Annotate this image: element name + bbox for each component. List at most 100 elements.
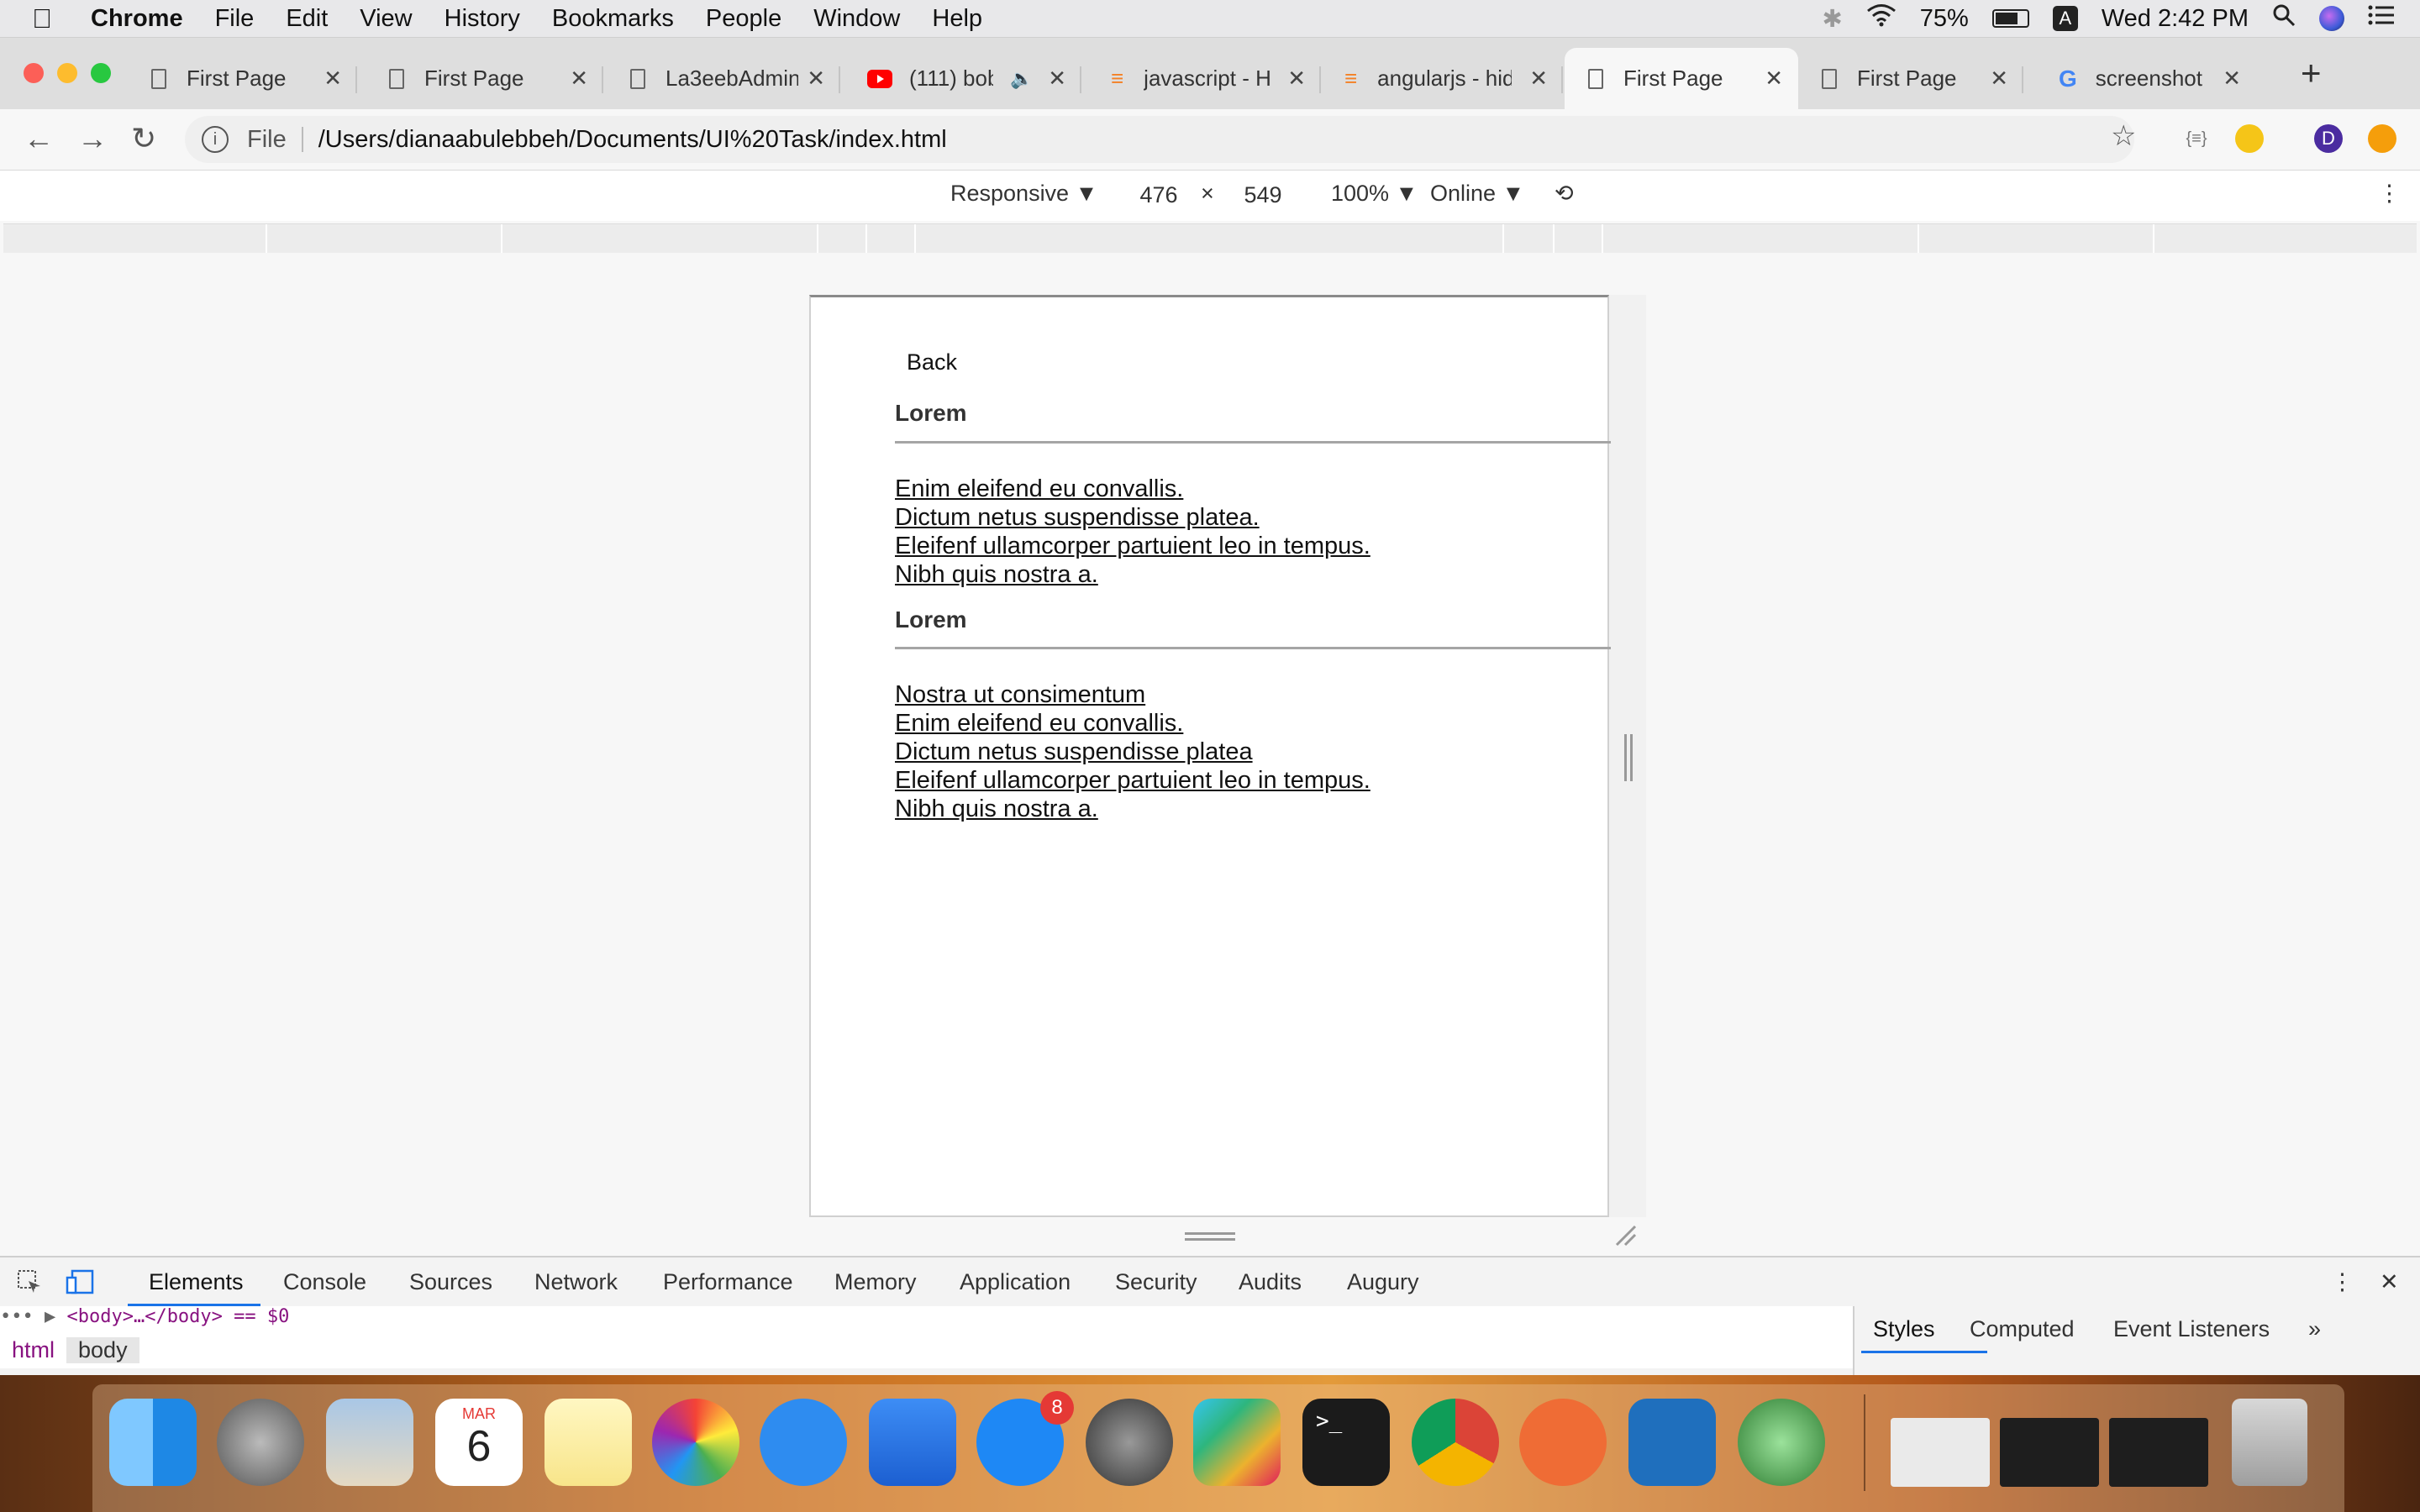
browser-tab[interactable]: First Page ✕: [1822, 48, 2023, 109]
close-tab-icon[interactable]: ✕: [2223, 66, 2241, 92]
media-query-bar[interactable]: [3, 223, 2417, 254]
inspect-element-icon[interactable]: [17, 1269, 42, 1300]
notes-icon[interactable]: [544, 1399, 632, 1486]
more-tabs-icon[interactable]: »: [2308, 1316, 2321, 1342]
maximize-window-button[interactable]: [91, 63, 111, 83]
more-options-icon[interactable]: ⋮: [2378, 181, 2401, 207]
photos-icon[interactable]: [652, 1399, 739, 1486]
viewport-height-input[interactable]: [1223, 177, 1302, 213]
notification-center-icon[interactable]: [2368, 4, 2395, 33]
bookmark-star-icon[interactable]: ☆: [2111, 119, 2136, 153]
browser-tab[interactable]: First Page ✕: [151, 48, 357, 109]
menu-help[interactable]: Help: [932, 5, 982, 33]
link-item[interactable]: Nibh quis nostra a.: [895, 795, 1370, 823]
minimized-window-thumbnail[interactable]: [2000, 1418, 2099, 1487]
url-text[interactable]: /Users/dianaabulebbeh/Documents/UI%20Tas…: [318, 126, 947, 154]
link-item[interactable]: Eleifenf ullamcorper partuient leo in te…: [895, 532, 1370, 560]
zoom-select[interactable]: 100% ▼: [1331, 181, 1418, 207]
tab-event-listeners[interactable]: Event Listeners: [2113, 1316, 2270, 1342]
link-item[interactable]: Eleifenf ullamcorper partuient leo in te…: [895, 766, 1370, 795]
menu-window[interactable]: Window: [813, 5, 900, 33]
close-tab-icon[interactable]: ✕: [1048, 66, 1066, 92]
network-throttle-select[interactable]: Online ▼: [1430, 181, 1524, 207]
reload-icon[interactable]: ↻: [131, 121, 156, 156]
tab-audits[interactable]: Audits: [1239, 1269, 1302, 1295]
menu-people[interactable]: People: [706, 5, 781, 33]
bluetooth-icon[interactable]: ✱: [1822, 4, 1842, 34]
battery-icon[interactable]: [1991, 9, 2029, 28]
browser-tab-active[interactable]: First Page ✕: [1565, 48, 1798, 109]
width-resize-handle[interactable]: [1624, 734, 1633, 781]
dom-tree-row[interactable]: ••• ▶ <body>…</body> == $0: [0, 1306, 1853, 1331]
tab-console[interactable]: Console: [283, 1269, 366, 1295]
mail-icon[interactable]: [326, 1399, 413, 1486]
back-link[interactable]: Back: [907, 349, 957, 375]
link-item[interactable]: Nibh quis nostra a.: [895, 560, 1370, 589]
corner-resize-handle[interactable]: [1613, 1223, 1637, 1247]
link-item[interactable]: Dictum netus suspendisse platea: [895, 738, 1370, 766]
messages-icon[interactable]: [760, 1399, 847, 1486]
finder-icon[interactable]: [109, 1399, 197, 1486]
dark-mode-extension-icon[interactable]: [2235, 124, 2264, 153]
apple-icon[interactable]: : [32, 3, 66, 34]
close-window-button[interactable]: [24, 63, 44, 83]
close-devtools-icon[interactable]: ✕: [2380, 1269, 2399, 1295]
vscode-icon[interactable]: [1628, 1399, 1716, 1486]
tab-application[interactable]: Application: [960, 1269, 1071, 1295]
back-arrow-icon[interactable]: ←: [24, 121, 54, 156]
wifi-icon[interactable]: [1866, 3, 1897, 34]
speaker-icon[interactable]: 🔈: [1010, 68, 1033, 90]
close-tab-icon[interactable]: ✕: [570, 66, 588, 92]
tab-network[interactable]: Network: [534, 1269, 618, 1295]
tab-performance[interactable]: Performance: [663, 1269, 793, 1295]
tab-elements[interactable]: Elements: [149, 1269, 244, 1295]
tab-sources[interactable]: Sources: [409, 1269, 492, 1295]
height-resize-handle[interactable]: [1185, 1232, 1235, 1241]
update-icon[interactable]: [2368, 124, 2396, 153]
address-bar[interactable]: i File /Users/dianaabulebbeh/Documents/U…: [185, 116, 2134, 163]
terminal-icon[interactable]: >_: [1302, 1399, 1390, 1486]
spotlight-icon[interactable]: [2272, 3, 2296, 34]
breadcrumb-body[interactable]: body: [66, 1336, 139, 1363]
browser-tab[interactable]: ≡ angularjs - hid ✕: [1344, 48, 1563, 109]
minimized-window-thumbnail[interactable]: [1891, 1418, 1990, 1487]
menu-view[interactable]: View: [360, 5, 412, 33]
menu-clock[interactable]: Wed 2:42 PM: [2102, 5, 2249, 33]
link-item[interactable]: Enim eleifend eu convallis.: [895, 709, 1370, 738]
device-toggle-icon[interactable]: [66, 1269, 94, 1300]
launchpad-icon[interactable]: [217, 1399, 304, 1486]
trash-icon[interactable]: [2232, 1399, 2307, 1486]
chrome-icon[interactable]: [1412, 1399, 1499, 1486]
close-tab-icon[interactable]: ✕: [1529, 66, 1548, 92]
menu-app-name[interactable]: Chrome: [91, 5, 183, 33]
menu-history[interactable]: History: [445, 5, 520, 33]
link-item[interactable]: Nostra ut consimentum: [895, 680, 1370, 709]
menu-bookmarks[interactable]: Bookmarks: [552, 5, 674, 33]
calendar-icon[interactable]: MAR 6: [435, 1399, 523, 1486]
new-tab-button[interactable]: +: [2301, 53, 2322, 93]
close-tab-icon[interactable]: ✕: [807, 66, 825, 92]
link-item[interactable]: Dictum netus suspendisse platea.: [895, 503, 1370, 532]
slack-icon[interactable]: [1193, 1399, 1281, 1486]
menu-edit[interactable]: Edit: [286, 5, 328, 33]
rotate-icon[interactable]: ⟲: [1555, 181, 1574, 207]
devtools-menu-icon[interactable]: ⋮: [2331, 1269, 2354, 1295]
browser-tab[interactable]: (111) bob 🔈 ✕: [867, 48, 1081, 109]
browser-tab[interactable]: ≡ javascript - H ✕: [1111, 48, 1321, 109]
viewport-width-input[interactable]: [1119, 177, 1198, 213]
profile-avatar[interactable]: D: [2314, 124, 2343, 153]
tab-styles[interactable]: Styles: [1873, 1316, 1935, 1342]
device-mode-select[interactable]: Responsive ▼: [950, 181, 1097, 207]
postman-icon[interactable]: [1519, 1399, 1607, 1486]
tab-security[interactable]: Security: [1115, 1269, 1197, 1295]
tab-augury[interactable]: Augury: [1347, 1269, 1419, 1295]
keynote-icon[interactable]: [869, 1399, 956, 1486]
input-source-icon[interactable]: A: [2052, 6, 2078, 31]
menu-file[interactable]: File: [215, 5, 255, 33]
close-tab-icon[interactable]: ✕: [324, 66, 342, 92]
browser-tab[interactable]: First Page ✕: [389, 48, 603, 109]
json-viewer-extension-icon[interactable]: {≡}: [2182, 124, 2211, 153]
forward-arrow-icon[interactable]: →: [77, 121, 108, 156]
tab-memory[interactable]: Memory: [834, 1269, 917, 1295]
tab-computed[interactable]: Computed: [1970, 1316, 2075, 1342]
